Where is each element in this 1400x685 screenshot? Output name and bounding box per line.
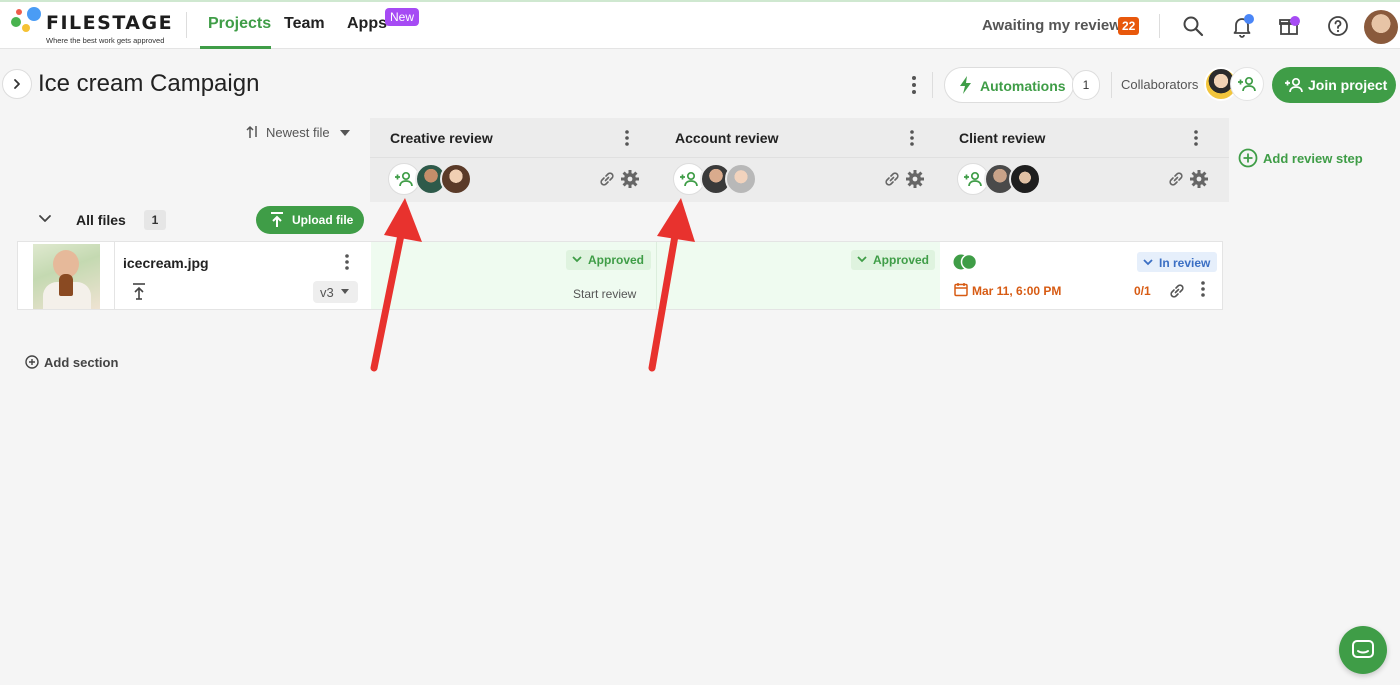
- filestage-logo[interactable]: FILESTAGE Where the best work gets appro…: [10, 6, 180, 48]
- file-name[interactable]: icecream.jpg: [123, 255, 209, 271]
- sidebar-toggle-button[interactable]: [2, 69, 32, 99]
- automations-count: 1: [1072, 70, 1100, 100]
- file-menu-icon[interactable]: [338, 252, 356, 272]
- top-navigation-bar: FILESTAGE Where the best work gets appro…: [0, 0, 1400, 49]
- upload-file-button[interactable]: Upload file: [256, 206, 364, 234]
- add-person-icon: [680, 171, 698, 187]
- upload-new-version-icon[interactable]: [130, 282, 148, 302]
- version-dropdown[interactable]: v3: [313, 281, 358, 303]
- row-menu-icon[interactable]: [1194, 279, 1212, 299]
- calendar-icon: [954, 283, 968, 297]
- plus-circle-icon: [1238, 148, 1258, 168]
- status-label: Approved: [588, 253, 645, 267]
- file-row[interactable]: icecream.jpg v3 Approved Start review Ap…: [17, 241, 1223, 310]
- annotation-arrow-icon: [648, 198, 695, 372]
- file-divider: [114, 242, 115, 309]
- section-file-count: 1: [144, 210, 166, 230]
- step-title: Creative review: [390, 130, 493, 146]
- add-person-icon: [395, 171, 413, 187]
- add-collaborator-button[interactable]: [1230, 67, 1264, 101]
- automations-button[interactable]: Automations: [944, 67, 1074, 103]
- annotation-arrow-icon: [370, 198, 422, 372]
- settings-gear-icon[interactable]: [620, 169, 640, 189]
- nav-active-indicator: [200, 46, 271, 49]
- caret-down-icon: [341, 289, 349, 294]
- review-progress: 0/1: [1134, 284, 1151, 298]
- status-in-review[interactable]: In review: [1137, 252, 1217, 272]
- brand-tagline: Where the best work gets approved: [46, 36, 165, 45]
- upload-file-label: Upload file: [292, 213, 354, 227]
- chat-support-button[interactable]: [1339, 626, 1387, 674]
- thumbnail-ice-cream: [59, 274, 73, 296]
- add-section-label: Add section: [44, 355, 119, 370]
- plus-circle-icon: [25, 355, 39, 369]
- chat-icon: [1352, 640, 1374, 658]
- collapse-chevron-icon[interactable]: [36, 210, 54, 228]
- status-label: In review: [1159, 256, 1211, 270]
- project-menu-icon[interactable]: [904, 74, 924, 96]
- add-person-icon: [1285, 77, 1303, 93]
- step-title: Client review: [959, 130, 1046, 146]
- reviewer-avatar[interactable]: [440, 163, 472, 195]
- nav-projects[interactable]: Projects: [208, 15, 271, 33]
- step-menu-icon[interactable]: [1187, 128, 1205, 148]
- version-label: v3: [320, 285, 334, 300]
- lightning-icon: [960, 76, 971, 94]
- step-title: Account review: [675, 130, 779, 146]
- settings-gear-icon[interactable]: [1189, 169, 1209, 189]
- header-divider-2: [1111, 72, 1112, 98]
- user-avatar[interactable]: [1364, 10, 1398, 44]
- logo-dots-icon: [11, 7, 41, 32]
- project-title: Ice cream Campaign: [38, 70, 260, 97]
- step-menu-icon[interactable]: [618, 128, 636, 148]
- review-step-client: Client review: [939, 118, 1229, 202]
- add-person-icon: [964, 171, 982, 187]
- chevron-down-icon: [572, 256, 582, 263]
- link-icon[interactable]: [1168, 282, 1186, 300]
- nav-apps[interactable]: Apps: [347, 15, 387, 33]
- caret-down-icon: [340, 130, 350, 136]
- reviewer-avatar[interactable]: [725, 163, 757, 195]
- sort-icon: [246, 125, 257, 138]
- link-icon[interactable]: [598, 170, 616, 188]
- awaiting-count-badge: 22: [1118, 17, 1140, 35]
- search-icon[interactable]: [1181, 14, 1205, 38]
- reviewer-status-icon: [953, 253, 978, 271]
- brand-name: FILESTAGE: [46, 12, 174, 34]
- link-icon[interactable]: [1167, 170, 1185, 188]
- join-project-button[interactable]: Join project: [1272, 67, 1396, 103]
- chevron-down-icon: [1143, 259, 1153, 266]
- upload-icon: [271, 212, 283, 227]
- notification-dot: [1244, 14, 1254, 24]
- status-label: Approved: [873, 253, 930, 267]
- gift-dot: [1290, 16, 1300, 26]
- file-thumbnail[interactable]: [33, 244, 100, 309]
- sort-label: Newest file: [266, 125, 330, 140]
- nav-divider: [186, 12, 187, 38]
- add-review-step-label: Add review step: [1263, 151, 1363, 166]
- chevron-down-icon: [857, 256, 867, 263]
- collaborators-label: Collaborators: [1121, 77, 1199, 92]
- section-title: All files: [76, 212, 126, 228]
- top-divider: [1159, 14, 1160, 38]
- due-date-label: Mar 11, 6:00 PM: [972, 284, 1062, 298]
- status-approved[interactable]: Approved: [851, 250, 935, 270]
- chevron-right-icon: [14, 79, 20, 89]
- settings-gear-icon[interactable]: [905, 169, 925, 189]
- step-header: Client review: [939, 118, 1229, 158]
- join-project-label: Join project: [1308, 77, 1388, 93]
- add-person-icon: [1238, 76, 1256, 92]
- step-header: Account review: [655, 118, 945, 158]
- awaiting-my-review-link[interactable]: Awaiting my review: [982, 17, 1121, 34]
- step-header: Creative review: [370, 118, 660, 158]
- nav-team[interactable]: Team: [284, 15, 325, 33]
- step-menu-icon[interactable]: [903, 128, 921, 148]
- reviewer-avatar[interactable]: [1009, 163, 1041, 195]
- header-divider: [932, 72, 933, 98]
- link-icon[interactable]: [883, 170, 901, 188]
- help-icon[interactable]: [1326, 14, 1350, 38]
- start-review-link[interactable]: Start review: [573, 287, 636, 301]
- automations-label: Automations: [980, 78, 1066, 94]
- apps-new-badge: New: [385, 8, 420, 26]
